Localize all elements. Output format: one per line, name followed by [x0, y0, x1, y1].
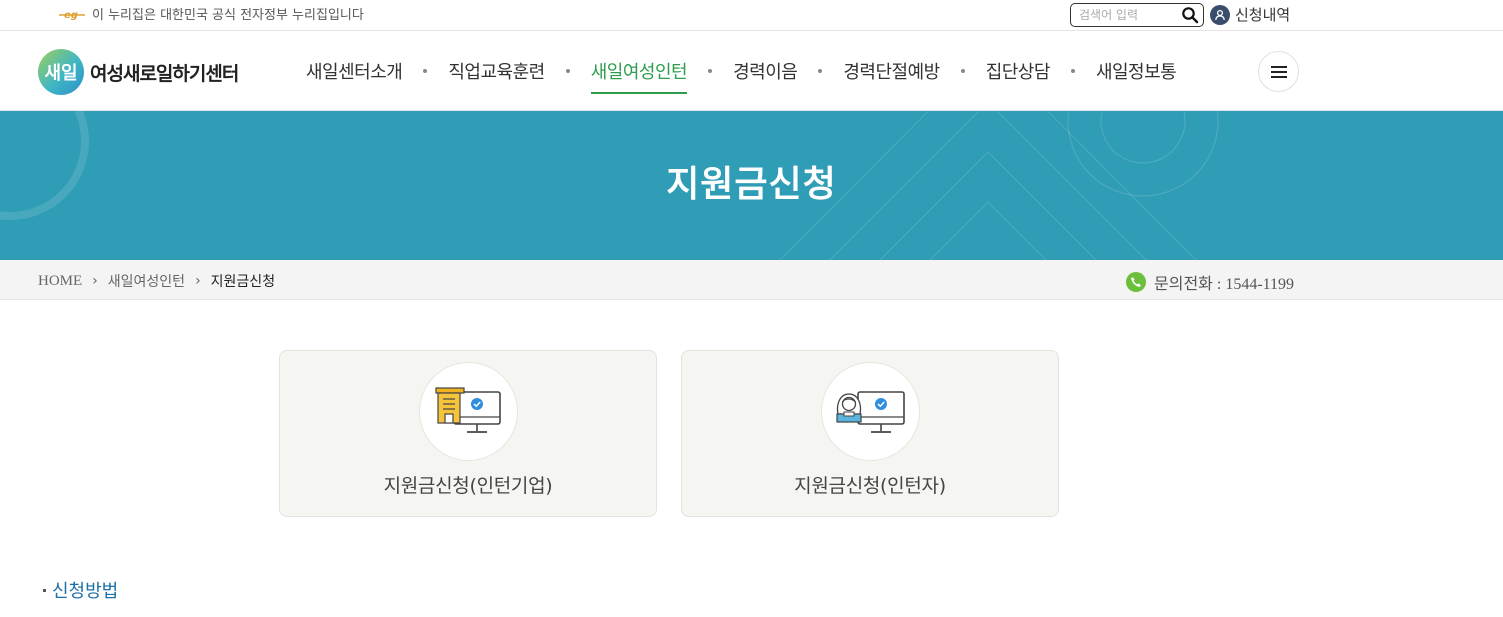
nav-item-career-link[interactable]: 경력이음 [733, 31, 798, 111]
logo-text: 여성새로일하기센터 [90, 62, 239, 85]
search-input[interactable] [1079, 6, 1175, 24]
section-title-text: 신청방법 [52, 581, 119, 602]
nav-item-center-intro[interactable]: 새일센터소개 [306, 31, 403, 111]
top-notice-bar: eg 이 누리집은 대한민국 공식 전자정부 누리집입니다 신청내역 [0, 0, 1503, 31]
search-icon[interactable] [1181, 6, 1199, 24]
gov-notice: eg 이 누리집은 대한민국 공식 전자정부 누리집입니다 [58, 4, 364, 23]
nav-separator [960, 69, 965, 73]
user-icon [1210, 4, 1230, 25]
person-computer-icon [821, 362, 920, 461]
svg-text:eg: eg [64, 10, 78, 21]
site-logo[interactable]: 새일 여성새로일하기센터 [38, 49, 239, 95]
hamburger-icon [1270, 65, 1287, 78]
apply-card-intern[interactable]: 지원금신청(인턴자) [681, 350, 1059, 517]
company-computer-icon [419, 362, 518, 461]
breadcrumb-home[interactable]: HOME [38, 273, 82, 290]
nav-item-info[interactable]: 새일정보통 [1096, 31, 1177, 111]
gov-notice-text: 이 누리집은 대한민국 공식 전자정부 누리집입니다 [92, 8, 364, 23]
nav-item-job-training[interactable]: 직업교육훈련 [448, 31, 545, 111]
nav-item-career-break-prevention[interactable]: 경력단절예방 [843, 31, 940, 111]
breadcrumb-current: 지원금신청 [210, 274, 276, 290]
nav-separator [565, 69, 570, 73]
breadcrumb: HOME › 새일여성인턴 › 지원금신청 [38, 271, 275, 291]
nav-separator [1070, 69, 1075, 73]
breadcrumb-parent[interactable]: 새일여성인턴 [108, 271, 185, 291]
logo-mark: 새일 [38, 49, 84, 95]
apply-card-intern-label: 지원금신청(인턴자) [794, 475, 946, 497]
nav-item-group-counseling[interactable]: 집단상담 [986, 31, 1051, 111]
breadcrumb-bar: HOME › 새일여성인턴 › 지원금신청 문의전화 : 1544-1199 [0, 260, 1503, 300]
gov-logo-icon: eg [59, 10, 85, 21]
apply-card-company-label: 지원금신청(인턴기업) [383, 475, 553, 497]
site-header: 새일 여성새로일하기센터 새일센터소개 직업교육훈련 새일여성인턴 경력이음 경… [0, 31, 1503, 111]
phone-icon [1126, 272, 1146, 292]
breadcrumb-separator: › [195, 273, 201, 289]
apply-card-company[interactable]: 지원금신청(인턴기업) [279, 350, 657, 517]
page-banner: 지원금신청 [0, 111, 1503, 260]
nav-separator [818, 69, 823, 73]
breadcrumb-separator: › [92, 273, 98, 289]
nav-separator [708, 69, 713, 73]
nav-item-intern[interactable]: 새일여성인턴 [590, 31, 688, 111]
section-title-apply-method: 신청방법 [43, 577, 118, 603]
apply-history-label: 신청내역 [1235, 6, 1291, 24]
main-nav: 새일센터소개 직업교육훈련 새일여성인턴 경력이음 경력단절예방 집단상담 새일… [306, 31, 1177, 111]
bullet-icon [43, 588, 46, 592]
nav-separator [423, 69, 428, 73]
apply-history-link[interactable]: 신청내역 [1210, 4, 1290, 25]
search-box [1070, 3, 1204, 27]
all-menu-button[interactable] [1258, 51, 1299, 92]
contact-info: 문의전화 : 1544-1199 [1126, 270, 1294, 294]
contact-phone-text: 문의전화 : 1544-1199 [1154, 276, 1295, 293]
page-title: 지원금신청 [666, 164, 837, 205]
